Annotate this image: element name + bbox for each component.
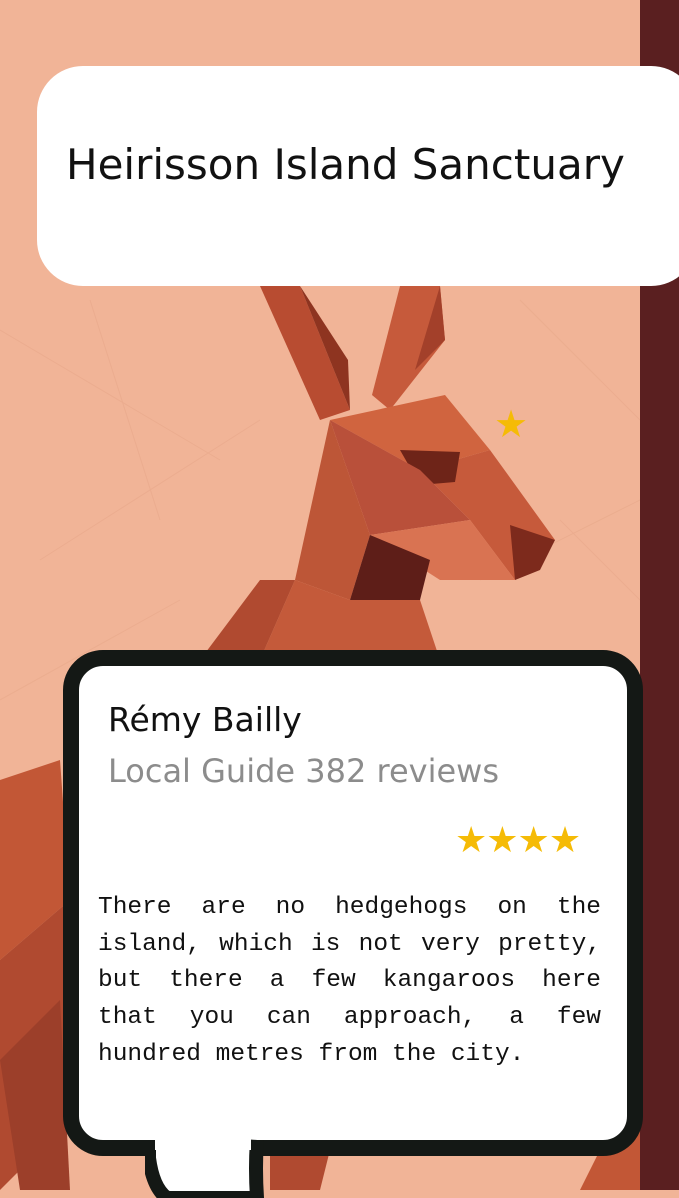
reviewer-meta: Local Guide 382 reviews (108, 752, 499, 790)
speech-bubble-tail (145, 1138, 265, 1198)
reviewer-name[interactable]: Rémy Bailly (108, 700, 302, 739)
review-text: There are no hedgehogs on the island, wh… (98, 894, 601, 1068)
place-title: Heirisson Island Sanctuary (66, 140, 625, 189)
star-icon: ★ (494, 404, 529, 446)
rating-stars: ★★★★ (455, 819, 581, 860)
